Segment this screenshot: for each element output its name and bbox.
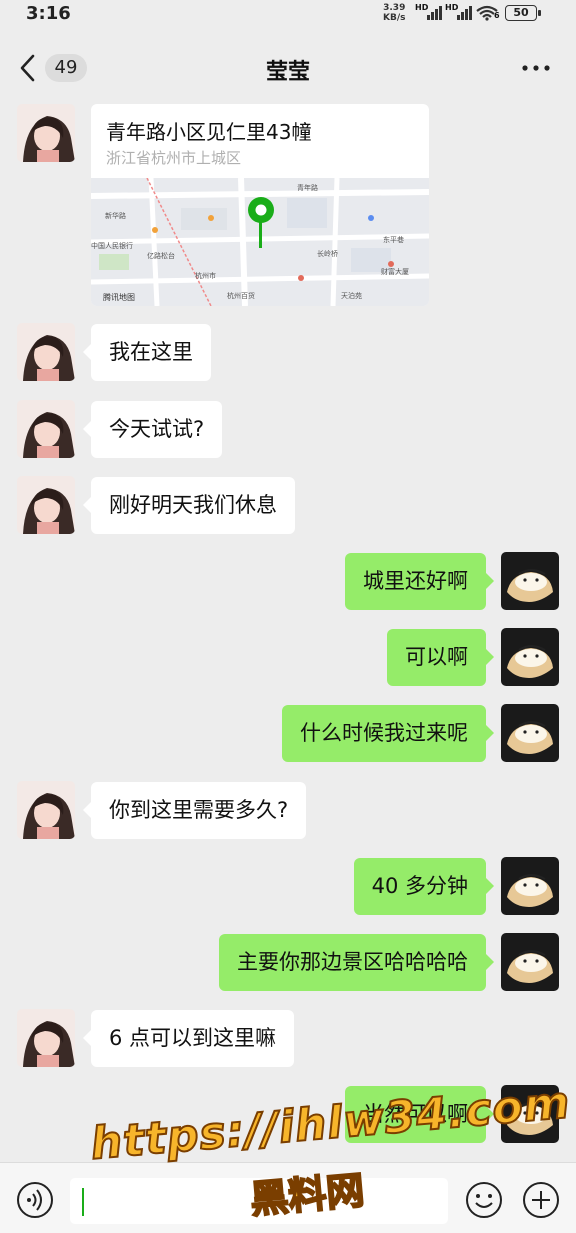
status-bar: 3:16 3.39 KB/s HD HD 6 50 [0,0,576,30]
map-label: 青年路 [297,183,318,192]
emoji-button[interactable] [465,1181,503,1219]
self-avatar[interactable] [501,704,559,762]
location-address: 浙江省杭州市上城区 [106,149,242,167]
self-avatar[interactable] [501,1085,559,1143]
chat-header: 49 莹莹 [0,40,576,96]
contact-avatar[interactable] [17,476,75,534]
location-map[interactable]: 新华路 青年路 东平巷 中国人民银行 亿路松台 杭州市 长岭桥 财富大厦 天泊苑… [91,178,429,306]
watermark-url: https://ihlw34.com [88,1076,574,1171]
more-button[interactable] [520,58,552,78]
message-bubble-outgoing[interactable]: 可以啊 [387,629,494,686]
location-title: 青年路小区见仁里43幢 [106,120,312,144]
chat-title: 莹莹 [265,60,310,85]
contact-avatar[interactable] [17,781,75,839]
map-label: 长岭桥 [317,249,338,258]
message-bubble-outgoing[interactable]: 当然可以啊 [345,1086,494,1143]
contact-avatar[interactable] [17,104,75,162]
contact-avatar[interactable] [17,400,75,458]
plus-icon [523,1182,559,1218]
voice-button[interactable] [16,1181,54,1219]
voice-icon [17,1182,53,1218]
contact-avatar[interactable] [17,323,75,381]
emoji-icon [466,1182,502,1218]
map-label: 亿路松台 [147,251,175,260]
map-label: 财富大厦 [381,267,409,276]
battery-icon: 50 [505,5,541,21]
map-label: 天泊苑 [341,291,362,300]
message-input[interactable] [70,1178,448,1224]
more-functions-button[interactable] [522,1181,560,1219]
network-speed-unit: KB/s [383,13,406,23]
status-time: 3:16 [26,3,71,24]
cell-signal-1-icon: HD [415,3,443,21]
message-bubble-incoming[interactable]: 我在这里 [83,324,211,381]
input-bar [0,1162,576,1233]
map-label: 中国人民银行 [91,241,133,250]
network-speed: 3.39 KB/s [383,3,405,23]
map-label: 杭州百货 [227,291,255,300]
self-avatar[interactable] [501,933,559,991]
message-bubble-outgoing[interactable]: 城里还好啊 [345,553,494,610]
message-bubble-outgoing[interactable]: 主要你那边景区哈哈哈哈 [219,934,494,991]
self-avatar[interactable] [501,552,559,610]
self-avatar[interactable] [501,628,559,686]
wifi-sub-label: 6 [494,11,500,20]
cell-signal-2-icon: HD [445,3,473,21]
contact-avatar[interactable] [17,1009,75,1067]
map-brand: 腾讯地图 [103,292,135,302]
message-bubble-incoming[interactable]: 6 点可以到这里嘛 [82,1010,295,1067]
text-cursor [82,1188,84,1216]
message-bubble-outgoing[interactable]: 40 多分钟 [353,858,495,915]
message-bubble-incoming[interactable]: 刚好明天我们休息 [83,477,295,534]
message-bubble-incoming[interactable]: 你到这里需要多久? [82,782,307,839]
more-dots-icon [522,65,550,71]
wifi-icon: 6 [475,5,501,21]
self-avatar[interactable] [501,857,559,915]
map-label: 东平巷 [383,235,404,244]
map-label: 杭州市 [195,271,216,280]
location-card[interactable]: 青年路小区见仁里43幢 浙江省杭州市上城区 新华路 青年路 东平巷 中国人民银行… [91,104,429,306]
message-bubble-incoming[interactable]: 今天试试? [82,401,223,458]
message-bubble-outgoing[interactable]: 什么时候我过来呢 [282,705,494,762]
map-label: 新华路 [105,211,126,220]
network-speed-value: 3.39 [383,3,406,13]
